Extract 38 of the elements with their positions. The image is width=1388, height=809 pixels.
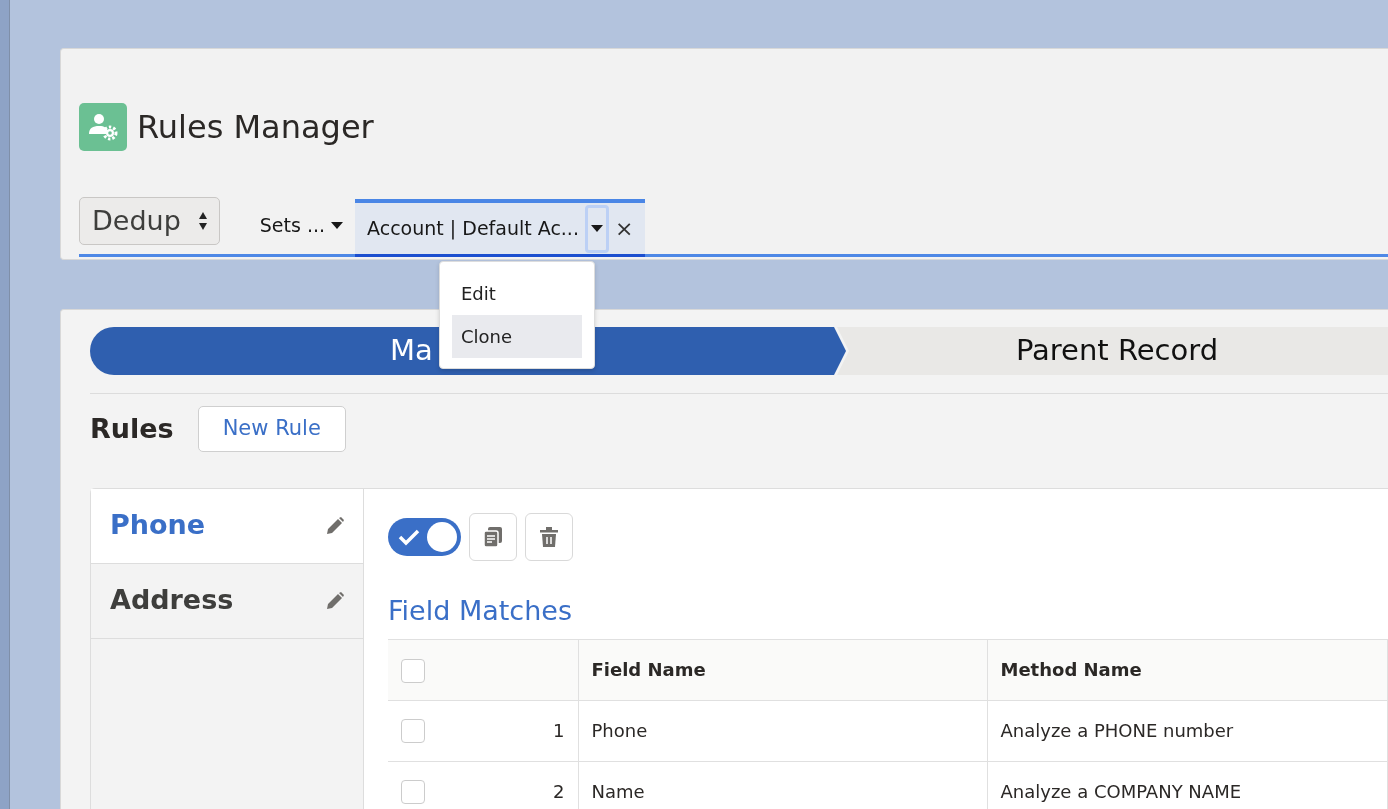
section-title: Rules [90,412,174,445]
checkbox[interactable] [401,718,425,743]
tab-label[interactable]: Account | Default Ac... [367,214,579,243]
tab[interactable]: Sets ... [247,196,356,254]
menu-item[interactable]: Edit [452,272,582,315]
section-title: Field Matches [388,594,573,627]
rule-item[interactable]: Phone [91,488,363,564]
column-header: Method Name [987,639,1388,701]
path-stage[interactable]: Parent Record [837,327,1388,375]
tab[interactable]: Account | Default Ac... × [355,199,646,257]
checkbox[interactable] [401,779,425,804]
check-icon [398,527,420,546]
rule-name[interactable]: Address [110,580,234,621]
sort-arrows-icon [198,212,207,230]
app-icon [79,103,127,151]
row-number: 2 [553,780,565,805]
table-cell: Analyze a PHONE number [987,700,1388,762]
mode-select[interactable]: Dedup [79,197,220,245]
checkbox[interactable] [401,659,425,684]
new-rule-button[interactable]: New Rule [197,406,346,452]
edit-icon[interactable] [325,590,345,611]
delete-button[interactable] [525,512,573,561]
close-icon[interactable]: × [614,212,634,245]
caret-icon [590,225,603,232]
edit-icon[interactable] [325,515,345,536]
toggle-switch[interactable] [388,517,461,556]
table-cell: Phone [578,700,987,762]
rule-name[interactable]: Phone [110,505,206,546]
tab-label[interactable]: Sets ... [259,210,326,240]
app-title: Rules Manager [137,107,374,147]
caret-icon [331,221,344,229]
copy-button[interactable] [469,512,517,561]
rule-item[interactable]: Address [91,563,363,639]
trash-icon [539,525,559,548]
row-number: 1 [553,719,565,744]
column-header: Field Name [578,639,987,701]
copy-icon [483,525,503,548]
menu-item[interactable]: Clone [452,315,582,358]
